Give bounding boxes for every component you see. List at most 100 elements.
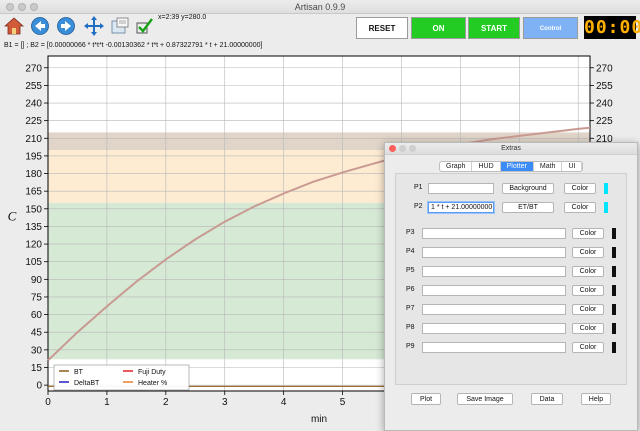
y-tick-label: 0 [36,381,42,392]
dialog-minimize-button[interactable] [399,145,406,152]
y-tick-label: 180 [25,169,42,180]
y-tick-label: 255 [25,81,42,92]
plot-equation-input[interactable] [422,323,566,334]
legend-label: BT [74,369,84,376]
plot-equation-input[interactable] [422,266,566,277]
y-tick-label: 210 [25,134,42,145]
legend-label: DeltaBT [74,380,100,387]
plot-color-button[interactable]: Color [572,342,604,353]
dialog-zoom-button[interactable] [409,145,416,152]
tab-ui[interactable]: UI [562,162,583,171]
cursor-coords: x=2:39 y=280.0 [158,14,207,21]
plot-color-swatch [612,247,616,258]
plot-color-swatch [604,202,608,213]
extras-dialog: Extras Graph HUD Plotter Math UI P1 Backgroun… [384,142,638,431]
plot-color-button[interactable]: Color [572,323,604,334]
plot-row-label: P2 [414,203,423,210]
x-tick-label: 2 [163,397,169,408]
minimize-window-button[interactable] [18,3,26,11]
y-tick-label: 225 [25,116,42,127]
y-tick-label: 45 [31,328,43,339]
y-tick-label: 270 [25,63,42,74]
zoom-icon[interactable] [110,16,130,36]
y-right-tick-label: 240 [596,99,613,110]
dialog-close-button[interactable] [389,145,396,152]
x-tick-label: 3 [222,397,228,408]
plot-equation-input[interactable] [428,183,494,194]
plot-color-swatch [604,183,608,194]
back-arrow-icon[interactable] [30,16,50,36]
plot-row-label: P6 [406,286,415,293]
help-button[interactable]: Help [581,393,611,405]
x-tick-label: 4 [281,397,287,408]
plot-color-button[interactable]: Color [564,202,596,213]
plot-color-swatch [612,304,616,315]
tab-hud[interactable]: HUD [472,162,501,171]
y-tick-label: 90 [31,275,43,286]
tab-math[interactable]: Math [534,162,563,171]
plot-row-label: P1 [414,184,423,191]
extras-dialog-titlebar: Extras [385,143,637,155]
x-axis-label: min [311,414,327,425]
plot-row-label: P5 [406,267,415,274]
y-tick-label: 195 [25,151,42,162]
plot-color-button[interactable]: Color [564,183,596,194]
plot-equation-input[interactable] [422,247,566,258]
y-right-tick-label: 225 [596,116,613,127]
plot-extra-button[interactable]: Background [502,183,554,194]
tab-graph[interactable]: Graph [440,162,473,171]
control-button[interactable]: Control [523,17,578,39]
y-tick-label: 150 [25,204,42,215]
y-tick-label: 60 [31,310,43,321]
artisan-window: Artisan 0.9.9 x=2:39 y=280.0 RESET ON ST… [0,0,640,431]
home-icon[interactable] [4,16,24,36]
plot-equation-input[interactable] [422,304,566,315]
plot-row-label: P8 [406,324,415,331]
x-tick-label: 0 [45,397,51,408]
plot-color-swatch [612,266,616,277]
window-titlebar: Artisan 0.9.9 [0,0,640,14]
plot-color-button[interactable]: Color [572,247,604,258]
y-tick-label: 120 [25,240,42,251]
data-button[interactable]: Data [531,393,563,405]
y-tick-label: 240 [25,99,42,110]
plot-row-label: P3 [406,229,415,236]
save-image-button[interactable]: Save Image [457,393,513,405]
plot-row-label: P4 [406,248,415,255]
x-tick-label: 1 [104,397,110,408]
y-tick-label: 75 [31,292,43,303]
check-icon[interactable] [135,16,155,36]
plot-color-swatch [612,342,616,353]
plot-button[interactable]: Plot [411,393,441,405]
pan-icon[interactable] [84,16,104,36]
plot-extra-button[interactable]: ET/BT [502,202,554,213]
plot-color-button[interactable]: Color [572,304,604,315]
tab-plotter[interactable]: Plotter [500,162,534,171]
legend-label: Fuji Duty [138,369,166,376]
x-tick-label: 5 [340,397,346,408]
extras-dialog-title: Extras [501,145,521,152]
start-button[interactable]: START [468,17,520,39]
extras-tabs: Graph HUD Plotter Math UI [439,161,584,172]
plot-row-label: P7 [406,305,415,312]
plotter-panel: P1 Background Color P2 1 * t + 21.00000000 ET… [395,173,627,385]
y-tick-label: 105 [25,257,42,268]
close-window-button[interactable] [6,3,14,11]
y-tick-label: 165 [25,187,42,198]
plot-color-button[interactable]: Color [572,285,604,296]
forward-arrow-icon[interactable] [56,16,76,36]
plot-color-swatch [612,285,616,296]
timer-lcd: 00:00 [584,16,640,39]
plot-equation-input[interactable] [422,342,566,353]
legend-label: Heater % [138,380,167,387]
y-axis-label: C [8,209,17,224]
on-button[interactable]: ON [411,17,466,39]
plot-color-button[interactable]: Color [572,266,604,277]
plot-equation-input[interactable] [422,228,566,239]
plot-color-button[interactable]: Color [572,228,604,239]
zoom-window-button[interactable] [30,3,38,11]
plot-equation-input[interactable] [422,285,566,296]
plot-equation-input[interactable]: 1 * t + 21.00000000 [428,202,494,213]
reset-button[interactable]: RESET [356,17,408,39]
y-right-tick-label: 270 [596,63,613,74]
